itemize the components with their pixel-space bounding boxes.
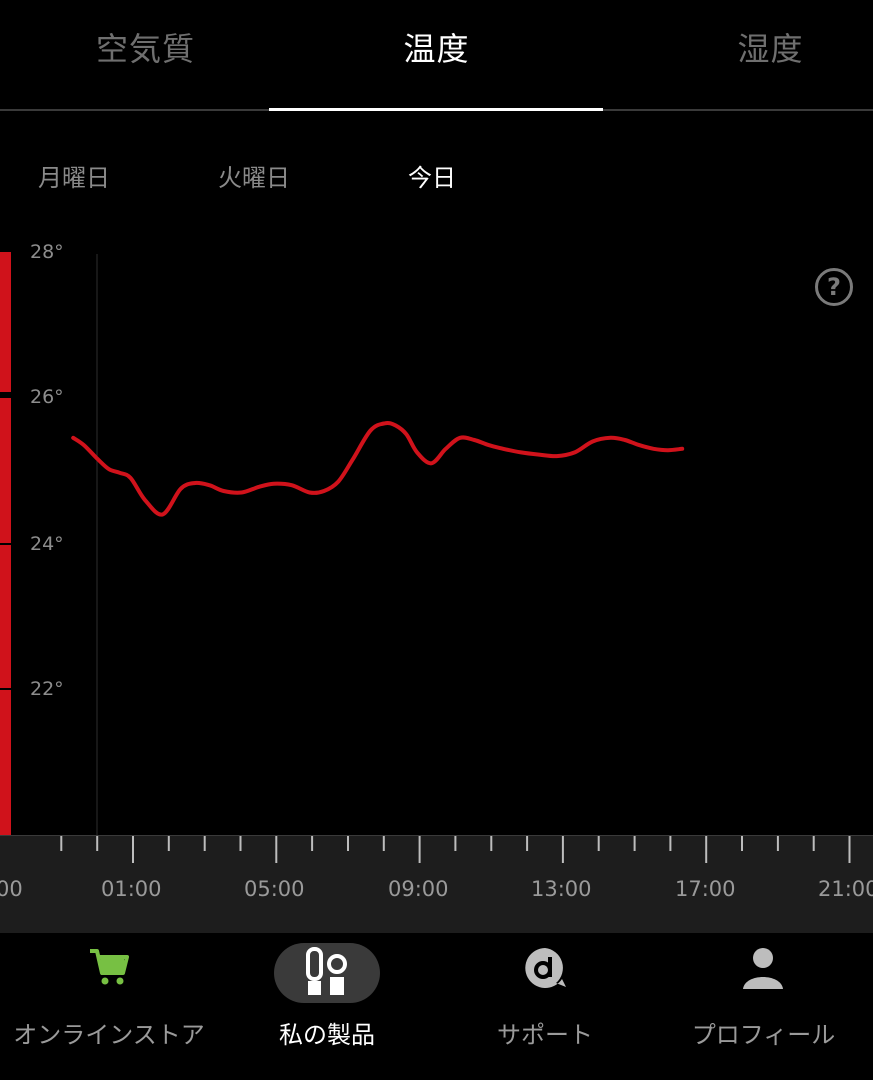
nav-item-online-store[interactable]: オンラインストア xyxy=(0,933,218,1080)
nav-item-my-products[interactable]: 私の製品 xyxy=(218,933,436,1080)
nav-label: 私の製品 xyxy=(279,1021,375,1049)
temperature-chart[interactable] xyxy=(0,230,873,840)
timeline-ticks xyxy=(0,835,873,863)
range-bar-segment xyxy=(0,398,11,543)
tab-temperature[interactable]: 温度 xyxy=(291,24,582,70)
time-label: 21:00 xyxy=(818,877,873,901)
time-label: 09:00 xyxy=(388,877,449,901)
temperature-series-line xyxy=(71,420,685,517)
range-bar-segment xyxy=(0,252,11,392)
nav-item-profile[interactable]: プロフィール xyxy=(654,933,873,1080)
nav-label: プロフィール xyxy=(691,1021,836,1049)
cart-icon xyxy=(87,945,131,993)
chart-canvas xyxy=(0,252,685,835)
day-tab-monday[interactable]: 月曜日 xyxy=(38,158,110,193)
active-tab-indicator xyxy=(269,108,603,111)
support-icon xyxy=(522,945,568,995)
category-tabs: 空気質 温度 湿度 xyxy=(0,0,873,111)
time-label: 17:00 xyxy=(675,877,736,901)
nav-item-support[interactable]: サポート xyxy=(436,933,654,1080)
y-tick-label: 28° xyxy=(30,241,64,263)
y-tick-label: 26° xyxy=(30,386,64,408)
nav-label: オンラインストア xyxy=(13,1021,205,1049)
time-label: 13:00 xyxy=(531,877,592,901)
y-tick-label: 24° xyxy=(30,533,64,555)
y-tick-label: 22° xyxy=(30,678,64,700)
range-bar-segment xyxy=(0,545,11,688)
time-label: 00 xyxy=(0,877,23,901)
nav-label: サポート xyxy=(497,1021,593,1049)
profile-icon xyxy=(741,945,785,995)
tab-air-quality[interactable]: 空気質 xyxy=(0,24,291,70)
time-label: 01:00 xyxy=(101,877,162,901)
tab-humidity[interactable]: 湿度 xyxy=(625,24,873,70)
day-tab-today[interactable]: 今日 xyxy=(408,158,456,193)
time-label: 05:00 xyxy=(244,877,305,901)
day-tab-tuesday[interactable]: 火曜日 xyxy=(218,158,290,193)
products-icon xyxy=(305,947,349,1001)
help-icon[interactable]: ? xyxy=(815,268,853,306)
range-bar-segment xyxy=(0,690,11,835)
